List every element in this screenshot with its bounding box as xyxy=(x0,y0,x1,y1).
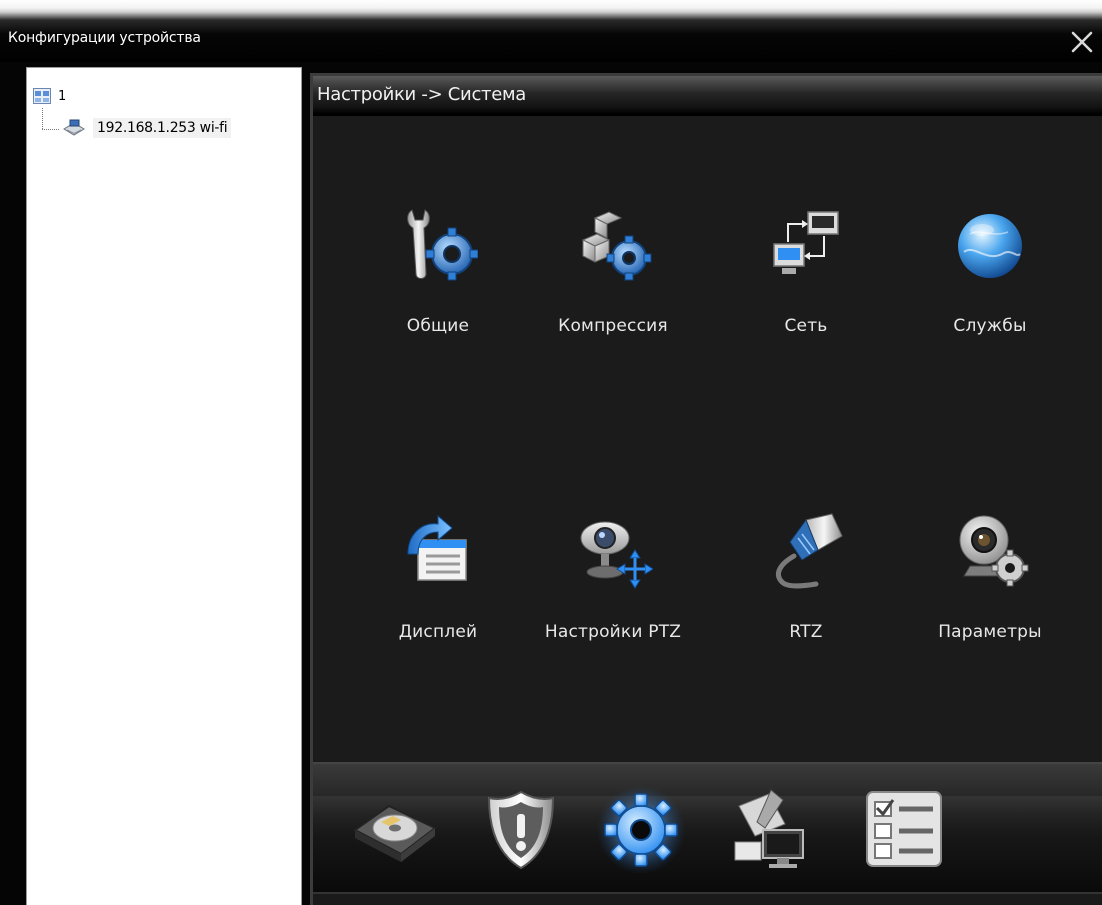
tile-compression[interactable]: Компрессия xyxy=(528,204,698,354)
tile-label: Настройки PTZ xyxy=(544,622,682,642)
title-bar: Конфигурации устройства xyxy=(0,0,1102,62)
settings-panel: Настройки -> Система Общие Компрессия Се… xyxy=(310,73,1102,905)
device-group-icon xyxy=(33,88,51,104)
network-icon xyxy=(773,211,839,274)
dock-system-button[interactable] xyxy=(595,784,687,874)
dock-tools-button[interactable] xyxy=(725,784,817,874)
tile-rtz[interactable]: RTZ xyxy=(721,510,891,660)
tree-item-label: 192.168.1.253 wi-fi xyxy=(93,118,232,138)
ptz-camera-icon xyxy=(580,521,653,589)
wrench-gear-icon xyxy=(407,209,478,281)
dock-info-button[interactable] xyxy=(859,784,951,874)
tile-label: Компрессия xyxy=(558,316,668,336)
tile-label: RTZ xyxy=(789,622,823,642)
globe-icon xyxy=(958,214,1022,278)
system-gear-icon xyxy=(597,786,685,874)
tile-general[interactable]: Общие xyxy=(353,204,523,354)
tree-connector xyxy=(42,108,43,129)
storage-disk-icon xyxy=(353,804,437,862)
tile-label: Дисплей xyxy=(398,622,478,642)
display-icon xyxy=(407,514,467,581)
compression-icon xyxy=(581,211,652,281)
close-button[interactable] xyxy=(1070,30,1094,54)
close-icon xyxy=(1071,31,1093,53)
tile-ptz-settings[interactable]: Настройки PTZ xyxy=(528,510,698,660)
tile-label: Службы xyxy=(953,316,1027,336)
device-config-window: Конфигурации устройства 1 192.168.1.253 … xyxy=(0,0,1102,905)
device-tree: 1 192.168.1.253 wi-fi xyxy=(26,67,302,905)
tile-services[interactable]: Службы xyxy=(905,204,1075,354)
tile-display[interactable]: Дисплей xyxy=(353,510,523,660)
dock-alarm-button[interactable] xyxy=(475,784,567,874)
tile-label: Параметры xyxy=(938,622,1042,642)
tree-item-root[interactable]: 1 xyxy=(33,88,66,104)
tree-item-label: 1 xyxy=(58,88,67,104)
tile-label: Сеть xyxy=(784,316,828,336)
tile-parameters[interactable]: Параметры xyxy=(905,510,1075,660)
webcam-gear-icon xyxy=(959,515,1029,587)
breadcrumb: Настройки -> Система xyxy=(317,84,527,105)
alarm-shield-icon xyxy=(487,790,555,870)
cable-icon xyxy=(776,513,843,589)
tile-network[interactable]: Сеть xyxy=(721,204,891,354)
breadcrumb-bar: Настройки -> Система xyxy=(313,76,1102,116)
panel-bottom-edge xyxy=(313,892,1102,905)
bottom-dock xyxy=(313,762,1102,892)
tree-connector xyxy=(42,129,59,130)
checklist-icon xyxy=(866,791,942,867)
dock-storage-button[interactable] xyxy=(349,784,441,874)
tile-label: Общие xyxy=(406,316,470,336)
network-device-icon xyxy=(63,119,85,136)
window-title: Конфигурации устройства xyxy=(8,30,201,46)
tools-monitor-icon xyxy=(734,789,804,868)
tree-item-device[interactable]: 192.168.1.253 wi-fi xyxy=(61,118,232,138)
